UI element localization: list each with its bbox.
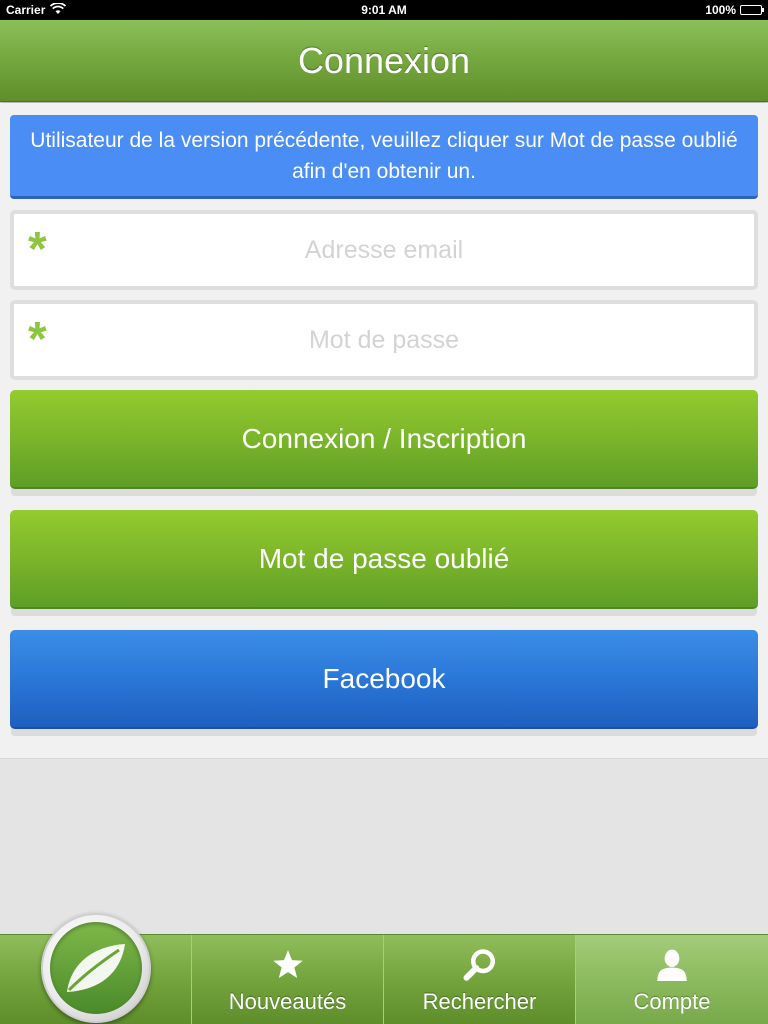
app-logo[interactable] [41,913,151,1023]
tab-rechercher[interactable]: Rechercher [384,935,576,1024]
tab-compte[interactable]: Compte [576,935,768,1024]
status-time: 9:01 AM [361,3,407,17]
background-area [0,760,768,934]
leaf-icon [50,922,142,1014]
password-field[interactable] [14,304,754,376]
search-icon [462,945,498,985]
carrier-label: Carrier [6,3,46,17]
wifi-icon [50,1,67,18]
login-signup-button[interactable]: Connexion / Inscription [10,390,758,489]
email-field[interactable] [14,214,754,286]
tab-nouveautes-label: Nouveautés [228,989,347,1014]
email-field-container: * [10,210,758,290]
nav-bar: Connexion [0,20,768,102]
tab-compte-label: Compte [633,989,711,1014]
info-banner: Utilisateur de la version précédente, ve… [10,115,758,199]
battery-percent: 100% [705,3,736,17]
star-icon [271,945,305,985]
facebook-login-button[interactable]: Facebook [10,630,758,729]
forgot-password-button[interactable]: Mot de passe oublié [10,510,758,609]
password-field-container: * [10,300,758,380]
tab-home-logo[interactable] [0,913,192,1024]
status-left: Carrier [6,1,67,18]
password-required-mark: * [28,313,47,366]
tab-nouveautes[interactable]: Nouveautés [192,935,384,1024]
tab-bar: Nouveautés Rechercher Compte [0,913,768,1024]
tab-rechercher-label: Rechercher [422,989,537,1014]
battery-icon [740,5,764,15]
user-icon [656,945,688,985]
email-required-mark: * [28,223,47,276]
page-title: Connexion [297,39,471,81]
status-bar: Carrier 9:01 AM 100% [0,0,768,20]
status-right: 100% [705,3,764,17]
